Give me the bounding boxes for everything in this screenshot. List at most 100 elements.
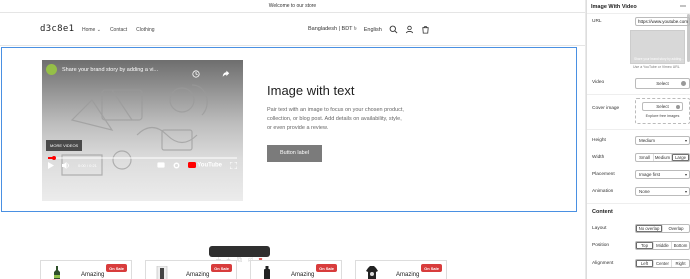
alignment-option-center[interactable]: Center: [654, 260, 672, 267]
position-option-bottom[interactable]: Bottom: [672, 242, 689, 249]
layout-option-overlap[interactable]: Overlap: [663, 225, 689, 232]
product-card[interactable]: Amazing On Sale: [250, 260, 342, 279]
hide-icon[interactable]: [247, 249, 253, 262]
chevron-down-icon: ⌄: [96, 27, 101, 33]
alignment-option-right[interactable]: Right: [672, 260, 689, 267]
video-controls: 0:00 / 0:21 YouTube: [48, 161, 238, 170]
header-utilities: Bangladesh | BDT ৳ English: [308, 25, 430, 34]
url-hint: Use a YouTube or Vimeo URL: [633, 65, 680, 69]
sale-badge: On Sale: [106, 264, 127, 272]
video-time: 0:00 / 0:21: [78, 163, 97, 168]
captions-icon[interactable]: [157, 162, 165, 169]
chevron-down-icon: ▾: [684, 189, 687, 194]
animation-select[interactable]: None ▾: [635, 187, 690, 196]
youtube-logo[interactable]: YouTube: [188, 162, 222, 169]
section-toolbar: [209, 246, 270, 263]
youtube-play-icon: [188, 162, 197, 169]
announcement-bar: Welcome to our store: [0, 0, 585, 13]
alignment-segmented-control: Left Center Right: [635, 259, 690, 268]
cover-select-button[interactable]: Select: [642, 102, 683, 111]
store-header: d3c8e1 Home ⌄ Contact Clothing Banglades…: [0, 13, 585, 46]
product-image: [264, 266, 270, 279]
chevron-down-icon: ▾: [684, 138, 687, 143]
product-card[interactable]: Amazing On Sale: [355, 260, 447, 279]
content-heading: Image with text: [267, 83, 355, 98]
video-title[interactable]: Share your brand story by adding a vi...: [62, 67, 158, 73]
video-progress-handle[interactable]: [51, 155, 57, 160]
alignment-option-left[interactable]: Left: [636, 260, 654, 267]
content-body: Pair text with an image to focus on your…: [267, 107, 404, 131]
layout-segmented-control: No overlap Overlap: [635, 224, 690, 233]
content-button[interactable]: Button label: [267, 145, 322, 162]
cover-image-picker: Select Explore free images: [635, 98, 690, 124]
ai-icon[interactable]: [226, 249, 232, 262]
sale-badge: On Sale: [421, 264, 442, 272]
panel-header: Image With Video ⋯: [587, 0, 690, 14]
chevron-down-icon: ▾: [684, 172, 687, 177]
position-option-middle[interactable]: Middle: [654, 242, 672, 249]
product-image: [156, 266, 168, 279]
width-option-medium[interactable]: Medium: [654, 154, 672, 161]
fullscreen-icon[interactable]: [229, 161, 238, 170]
thumbnail-caption: Share your brand story by adding...: [634, 57, 684, 61]
width-option-small[interactable]: Small: [636, 154, 654, 161]
cart-icon[interactable]: [421, 25, 430, 34]
product-card[interactable]: Amazing On Sale: [145, 260, 237, 279]
video-placeholder-illustration: [42, 60, 243, 201]
video-thumbnail-preview: Share your brand story by adding...: [630, 30, 685, 64]
explore-free-images-link[interactable]: Explore free images: [636, 114, 689, 118]
placement-label: Placement: [592, 172, 615, 177]
width-option-large[interactable]: Large: [672, 154, 689, 161]
url-label: URL: [592, 19, 602, 24]
video-progress-bar[interactable]: [48, 155, 237, 160]
search-icon[interactable]: [389, 25, 398, 34]
product-card[interactable]: Amazing On Sale: [40, 260, 132, 279]
width-segmented-control: Small Medium Large: [635, 153, 690, 162]
volume-icon[interactable]: [62, 161, 70, 170]
info-icon: [681, 81, 686, 86]
placement-select[interactable]: Image first ▾: [635, 170, 690, 179]
language-selector[interactable]: English: [364, 27, 382, 33]
more-options-icon[interactable]: ⋯: [680, 3, 686, 10]
alignment-label: Alignment: [592, 261, 614, 266]
currency-selector[interactable]: Bangladesh | BDT ৳: [308, 26, 357, 34]
position-option-top[interactable]: Top: [636, 242, 654, 249]
play-icon[interactable]: [48, 161, 54, 170]
info-icon: [675, 104, 680, 109]
image-with-text-content: Image with text Pair text with an image …: [267, 83, 407, 162]
position-label: Position: [592, 243, 610, 248]
settings-icon[interactable]: [173, 162, 180, 170]
more-videos-button[interactable]: MORE VIDEOS: [46, 140, 83, 151]
sale-badge: On Sale: [316, 264, 337, 272]
duplicate-icon[interactable]: [236, 249, 242, 263]
main-nav: Home ⌄ Contact Clothing: [82, 27, 155, 33]
image-with-video-section[interactable]: Share your brand story by adding a vi...…: [1, 47, 577, 212]
position-segmented-control: Top Middle Bottom: [635, 241, 690, 250]
section-settings-panel: Image With Video ⋯ URL https://www.youtu…: [586, 0, 690, 279]
video-select-button[interactable]: Select: [635, 78, 690, 89]
height-select[interactable]: Medium ▾: [635, 136, 690, 145]
video-label: Video: [592, 80, 605, 85]
cover-image-label: Cover image: [592, 106, 620, 111]
height-label: Height: [592, 138, 606, 143]
store-logo[interactable]: d3c8e1: [40, 24, 74, 34]
panel-title: Image With Video: [591, 3, 637, 10]
nav-item-contact[interactable]: Contact: [110, 27, 127, 33]
move-icon[interactable]: [215, 249, 221, 262]
nav-item-home[interactable]: Home ⌄: [82, 27, 101, 33]
layout-option-no-overlap[interactable]: No overlap: [636, 225, 663, 232]
nav-item-clothing[interactable]: Clothing: [136, 27, 154, 33]
clock-icon[interactable]: [192, 65, 200, 83]
product-image: [54, 266, 60, 279]
width-label: Width: [592, 155, 605, 160]
store-preview: Welcome to our store d3c8e1 Home ⌄ Conta…: [0, 0, 585, 279]
sale-badge: On Sale: [211, 264, 232, 272]
share-icon[interactable]: [222, 65, 230, 83]
account-icon[interactable]: [405, 25, 414, 34]
product-grid: Amazing On Sale Amazing On Sale Amazing …: [40, 260, 447, 279]
product-image: [366, 266, 378, 279]
delete-icon[interactable]: [258, 249, 263, 262]
channel-avatar[interactable]: [46, 64, 57, 75]
url-input[interactable]: https://www.youtube.com: [635, 17, 690, 26]
video-player[interactable]: Share your brand story by adding a vi...…: [42, 60, 243, 201]
